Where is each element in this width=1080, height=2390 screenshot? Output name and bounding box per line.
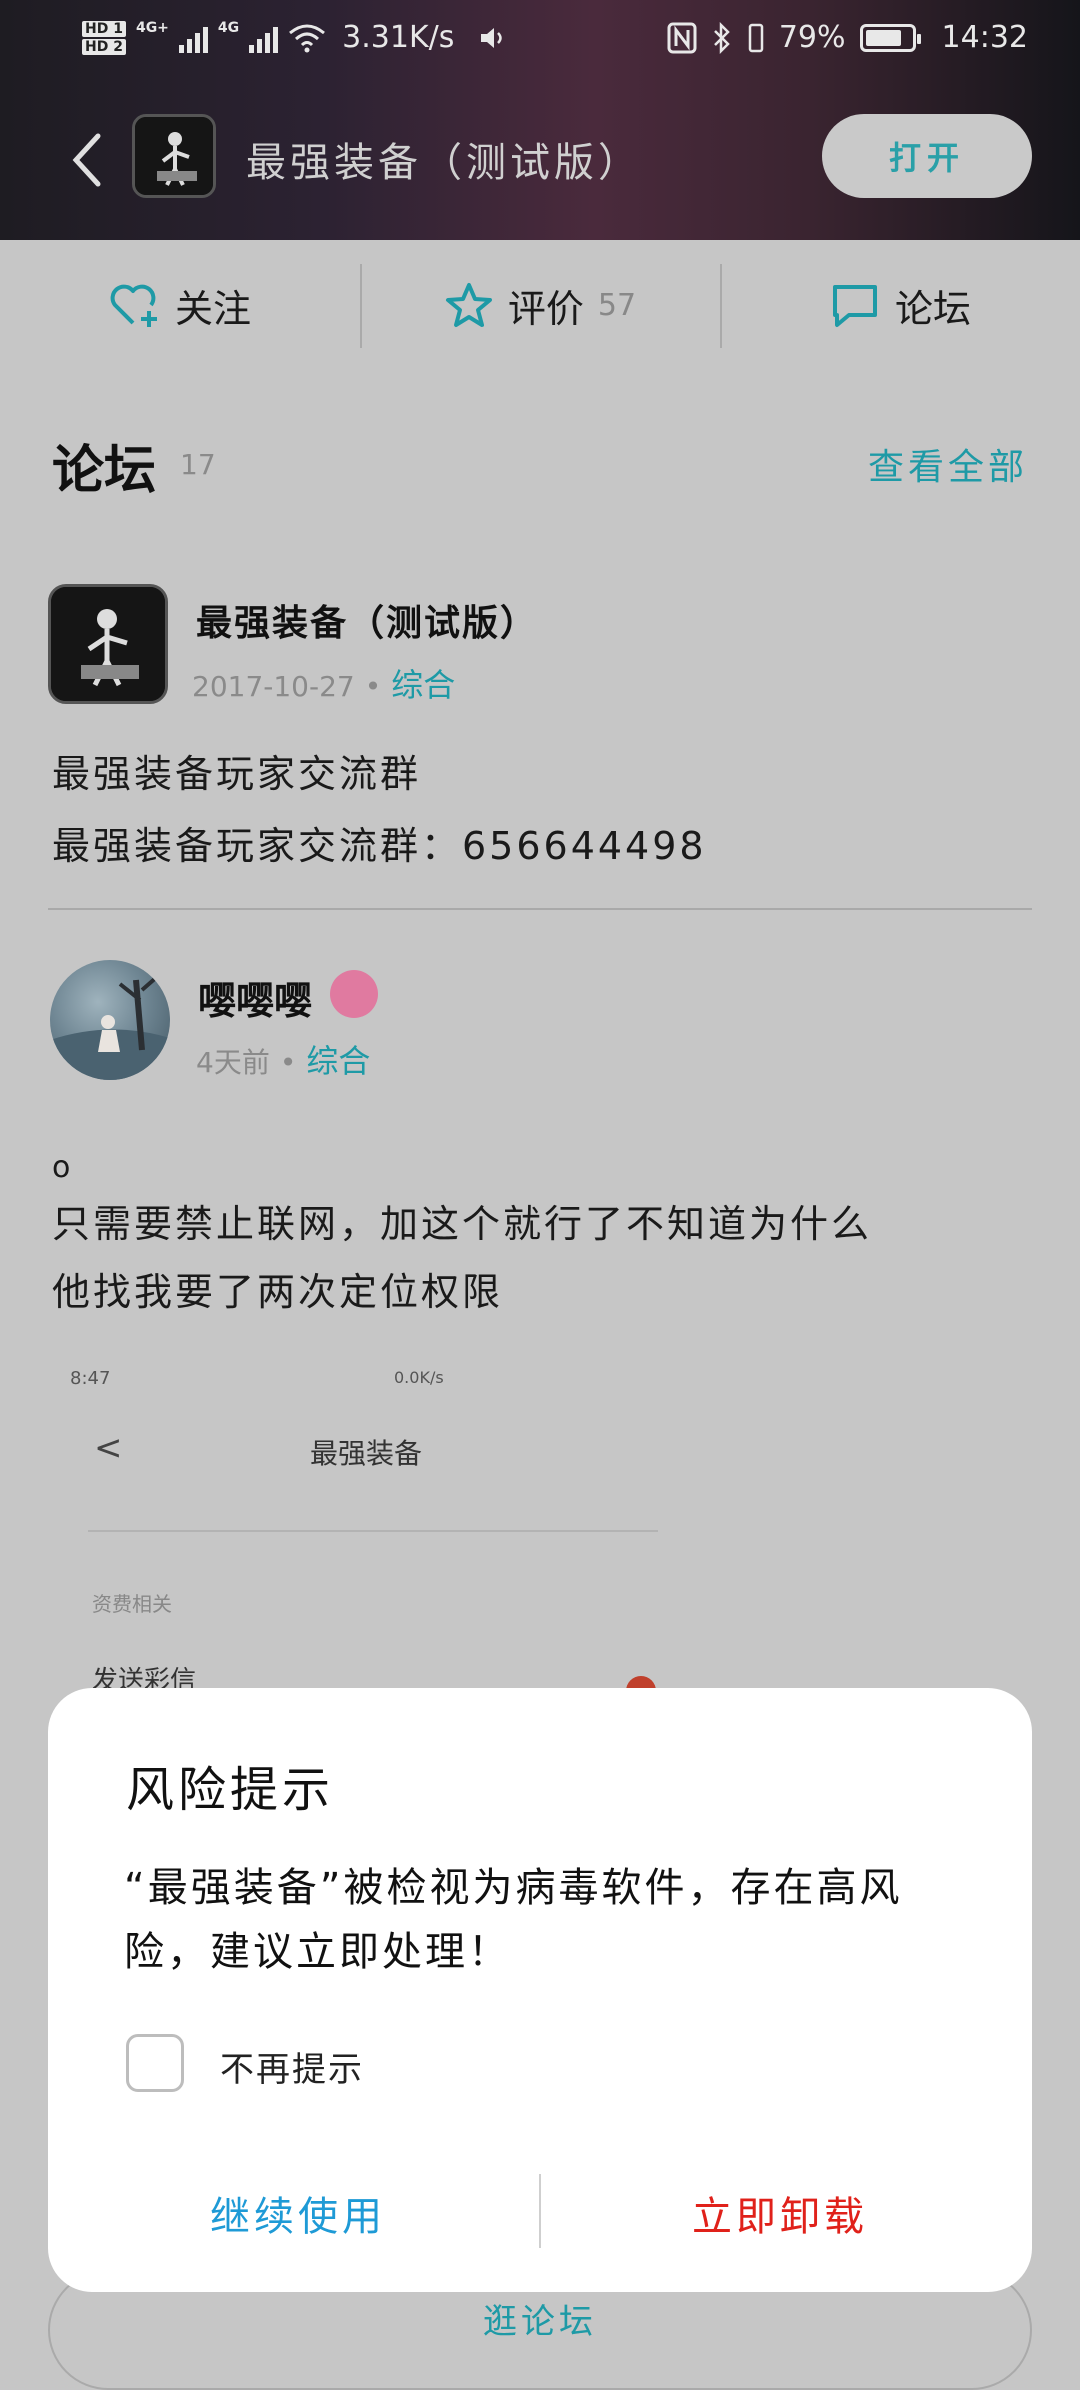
status-bar: HD 1 HD 2 4G+ 4G 3.31K/s 79% 14:32 — [0, 14, 1080, 74]
post2-line2[interactable]: 他找我要了两次定位权限 — [52, 1256, 503, 1328]
vibrate-battery-icon — [748, 23, 764, 52]
hd-indicator: HD 1 HD 2 — [82, 20, 126, 55]
embed-divider — [88, 1530, 658, 1532]
dialog-button-divider — [539, 2174, 541, 2248]
star-icon — [445, 283, 492, 327]
view-all-link[interactable]: 查看全部 — [868, 438, 1028, 490]
app-topbar: 最强装备（测试版） 打开 — [0, 112, 1080, 212]
post2-category[interactable]: 综合 — [306, 1042, 370, 1080]
clock: 14:32 — [941, 20, 1028, 55]
battery-percent: 79% — [778, 20, 846, 55]
signal-icon-1 — [178, 23, 208, 53]
hd1-label: HD 1 — [82, 20, 126, 37]
network-speed: 3.31K/s — [342, 20, 455, 55]
bluetooth-icon — [713, 21, 730, 54]
embed-section: 资费相关 — [92, 1592, 172, 1616]
wifi-icon — [289, 24, 326, 52]
follow-label: 关注 — [174, 286, 251, 331]
app-header: HD 1 HD 2 4G+ 4G 3.31K/s 79% 14:32 最强装备（… — [0, 0, 1080, 240]
dialog-message: “最强装备”被检视为病毒软件，存在高风险，建议立即处理！ — [124, 1865, 903, 1975]
user-badge-icon — [330, 970, 378, 1018]
embed-title: 最强装备 — [310, 1437, 423, 1470]
post-divider — [48, 908, 1032, 910]
embed-back-icon: < — [94, 1428, 123, 1468]
post1-category[interactable]: 综合 — [391, 666, 455, 704]
hd2-label: HD 2 — [82, 38, 126, 55]
follow-button[interactable]: 关注 — [0, 240, 360, 370]
post2-separator: • — [279, 1046, 297, 1079]
post2-avatar[interactable] — [50, 960, 170, 1080]
risk-dialog: 风险提示 “最强装备”被检视为病毒软件，存在高风险，建议立即处理！ 不再提示 继… — [48, 1688, 1032, 2292]
visit-forum-label: 逛论坛 — [483, 2302, 597, 2342]
post1-line2[interactable]: 最强装备玩家交流群：656644498 — [52, 810, 707, 882]
uninstall-button[interactable]: 立即卸载 — [560, 2178, 1000, 2248]
post1-separator: • — [364, 670, 382, 703]
dont-show-again-label[interactable]: 不再提示 — [220, 2042, 364, 2091]
post2-time: 4天前 — [196, 1046, 270, 1079]
post2-image[interactable]: 8:47 0.0K/s < 最强装备 资费相关 发送彩信 — [52, 1350, 682, 1710]
network-type-1: 4G+ — [135, 20, 169, 36]
dialog-title: 风险提示 — [126, 1762, 335, 1818]
post1-date: 2017-10-27 — [192, 670, 355, 703]
battery-fill — [865, 29, 901, 46]
rate-count: 57 — [597, 287, 637, 323]
post2-line1[interactable]: 只需要禁止联网，加这个就行了不知道为什么 — [52, 1188, 872, 1260]
action-bar: 关注 评价 57 论坛 — [0, 240, 1080, 370]
dont-show-again-checkbox[interactable] — [126, 2034, 184, 2092]
forum-label: 论坛 — [894, 286, 971, 331]
post1-author[interactable]: 最强装备（测试版） — [196, 594, 538, 646]
network-type-2: 4G — [217, 20, 240, 36]
back-arrow-icon[interactable] — [68, 130, 108, 190]
embed-status: 0.0K/s — [394, 1368, 444, 1387]
open-button[interactable]: 打开 — [822, 114, 1032, 198]
forum-count: 17 — [180, 448, 216, 481]
post2-author[interactable]: 嘤嘤嘤 — [198, 970, 312, 1025]
forum-section-title: 论坛 — [52, 441, 157, 501]
post2-meta: 4天前 • 综合 — [196, 1036, 370, 1082]
volume-icon — [481, 27, 503, 48]
rate-label: 评价 — [507, 286, 584, 331]
app-icon — [132, 114, 216, 198]
embed-time: 8:47 — [70, 1368, 111, 1389]
rate-button[interactable]: 评价 57 — [360, 240, 720, 370]
continue-button[interactable]: 继续使用 — [78, 2178, 518, 2248]
chat-bubble-icon — [832, 285, 877, 327]
post1-avatar[interactable] — [48, 584, 168, 704]
nfc-icon — [667, 22, 697, 53]
battery-icon — [859, 23, 921, 52]
post1-line1[interactable]: 最强装备玩家交流群 — [52, 738, 421, 810]
heart-plus-icon — [110, 284, 157, 327]
signal-icon-2 — [249, 23, 279, 53]
forum-tab-button[interactable]: 论坛 — [720, 240, 1080, 370]
app-title: 最强装备（测试版） — [246, 140, 642, 186]
post1-meta: 2017-10-27 • 综合 — [192, 660, 455, 706]
